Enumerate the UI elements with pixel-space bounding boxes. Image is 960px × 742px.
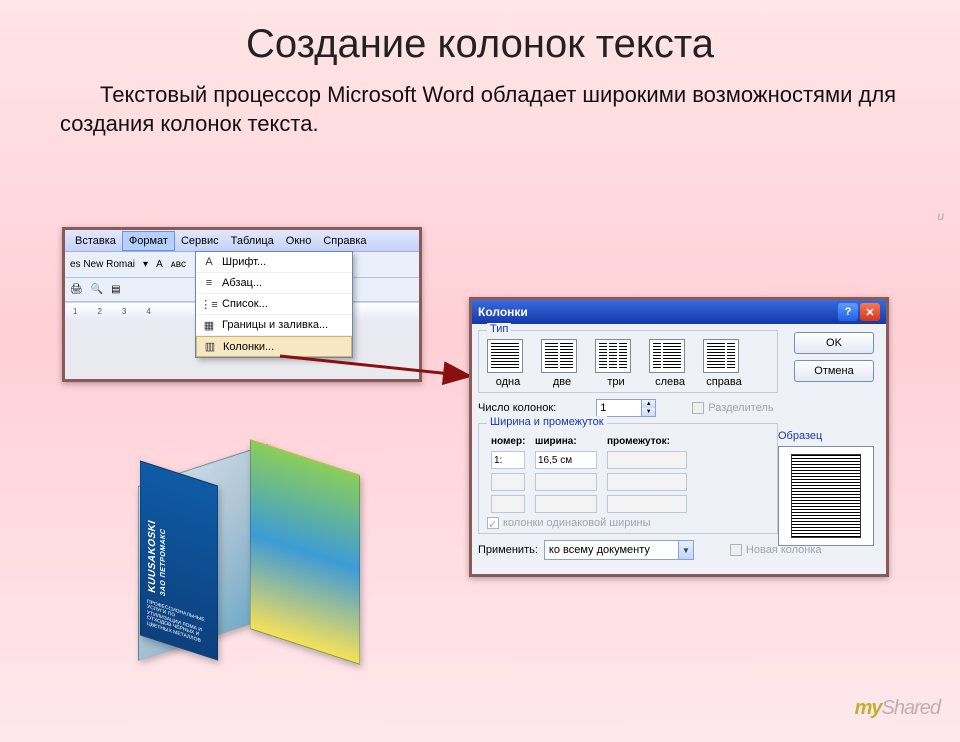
type-left[interactable]: слева	[649, 339, 691, 388]
close-button[interactable]: ✕	[860, 303, 880, 321]
apply-label: Применить:	[478, 544, 538, 556]
type-two[interactable]: две	[541, 339, 583, 388]
menu-item-format[interactable]: Формат	[122, 231, 175, 251]
dialog-title: Колонки	[478, 305, 528, 319]
cancel-button[interactable]: Отмена	[794, 360, 874, 382]
font-selector[interactable]: es New Romai	[70, 259, 135, 270]
watermark: myShared	[855, 697, 940, 720]
th-gap: промежуток:	[607, 436, 687, 447]
brochure-front-panel: KUUSAKOSKIЗАО ПЕТРОМАКС ПРОФЕССИОНАЛЬНЫЕ…	[140, 460, 218, 660]
ok-button[interactable]: OK	[794, 332, 874, 354]
cell-num-1: 1:	[491, 451, 525, 469]
th-width: ширина:	[535, 436, 597, 447]
dialog-titlebar: Колонки ? ✕	[472, 300, 886, 324]
menu-item-table[interactable]: Таблица	[225, 232, 280, 250]
slide-lead: Текстовый процессор Microsoft Word облад…	[60, 81, 900, 138]
th-num: номер:	[491, 436, 525, 447]
menu-bar: Вставка Формат Сервис Таблица Окно Справ…	[65, 230, 419, 252]
type-one[interactable]: одна	[487, 339, 529, 388]
presentation-fragment-hint: u	[937, 210, 944, 222]
brochure-illustration: KUUSAKOSKIЗАО ПЕТРОМАКС ПРОФЕССИОНАЛЬНЫЕ…	[130, 437, 355, 657]
callout-arrow	[280, 342, 500, 422]
apply-select[interactable]: ко всему документу▼	[544, 540, 694, 560]
slide-title: Создание колонок текста	[10, 22, 950, 67]
group-width-label: Ширина и промежуток	[487, 416, 607, 428]
num-columns-label: Число колонок:	[478, 402, 556, 414]
menu-item-window[interactable]: Окно	[280, 232, 318, 250]
menu-item-help[interactable]: Справка	[317, 232, 372, 250]
num-columns-input[interactable]: ▲▼	[596, 399, 656, 417]
cell-gap-1	[607, 451, 687, 469]
equal-width-checkbox[interactable]: ✓колонки одинаковой ширины	[487, 517, 769, 529]
menu-item-insert[interactable]: Вставка	[69, 232, 122, 250]
help-button[interactable]: ?	[838, 303, 858, 321]
group-type-label: Тип	[487, 323, 511, 335]
columns-dialog: Колонки ? ✕ OK Отмена Тип одна две три с…	[469, 297, 889, 577]
dropdown-font[interactable]: AШрифт...	[196, 252, 352, 273]
cell-width-1[interactable]: 16,5 см	[535, 451, 597, 469]
brochure-right-panel	[250, 439, 360, 665]
type-right[interactable]: справа	[703, 339, 745, 388]
separator-checkbox[interactable]: Разделитель	[692, 402, 773, 414]
type-three[interactable]: три	[595, 339, 637, 388]
dropdown-list[interactable]: ⋮≡Список...	[196, 294, 352, 315]
menu-item-service[interactable]: Сервис	[175, 232, 225, 250]
preview-panel: Образец	[778, 430, 874, 546]
dropdown-paragraph[interactable]: ≡Абзац...	[196, 273, 352, 294]
dropdown-borders[interactable]: ▦Границы и заливка...	[196, 315, 352, 336]
